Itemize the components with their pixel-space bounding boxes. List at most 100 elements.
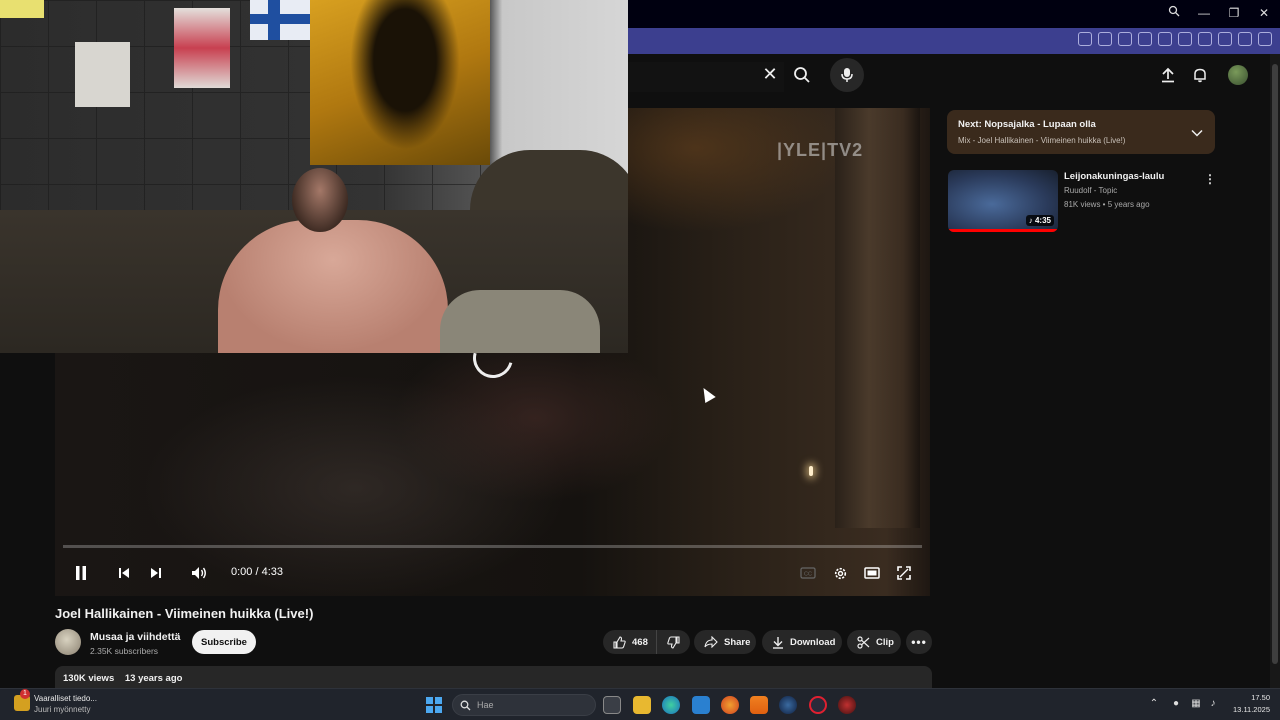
mic-icon[interactable]: ●	[1170, 698, 1182, 710]
like-button[interactable]: 468	[603, 630, 656, 654]
steam-icon[interactable]	[779, 696, 797, 714]
skip-next-icon	[151, 568, 161, 578]
notification-title[interactable]: Vaaralliset tiedo...	[34, 694, 97, 703]
scrollbar-thumb[interactable]	[1272, 64, 1278, 664]
volume-icon	[192, 567, 206, 579]
volume-button[interactable]	[186, 560, 212, 586]
voice-search-button[interactable]	[830, 58, 864, 92]
description-box[interactable]: 130K views 13 years ago	[55, 666, 932, 690]
sidebar-video-title[interactable]: Leijonakuningas-laulu	[1064, 171, 1164, 182]
close-icon[interactable]: ✕	[760, 64, 780, 84]
captions-button[interactable]: CC	[795, 560, 821, 586]
fullscreen-button[interactable]	[891, 560, 917, 586]
chevron-up-icon[interactable]: ⌃	[1148, 698, 1160, 710]
block-icon[interactable]	[1138, 32, 1152, 46]
player-controls: 0:00 / 4:33 CC	[55, 556, 930, 590]
skip-previous-icon	[119, 568, 129, 578]
settings-button[interactable]	[827, 560, 853, 586]
upload-date: 13 years ago	[124, 673, 183, 684]
thumbs-up-icon	[613, 635, 626, 649]
taskbar-search-input[interactable]: Hae	[452, 694, 596, 716]
task-view-icon[interactable]	[603, 696, 621, 714]
video-duration-badge: ♪ 4:35	[1025, 215, 1054, 226]
extension-icon[interactable]	[1258, 32, 1272, 46]
search-icon[interactable]	[1166, 4, 1182, 22]
thumbs-down-icon	[667, 635, 680, 649]
dislike-button[interactable]	[656, 630, 690, 654]
progress-bar[interactable]	[63, 545, 922, 548]
maximize-button[interactable]: ❐	[1226, 4, 1242, 22]
previous-button[interactable]	[111, 560, 137, 586]
profile-icon[interactable]	[1238, 32, 1252, 46]
more-horizontal-icon: •••	[911, 635, 927, 649]
download-icon[interactable]	[1198, 32, 1212, 46]
window-controls: — ❐ ✕	[1166, 4, 1272, 22]
video-scene-pillar	[835, 108, 920, 528]
captions-icon: CC	[800, 567, 816, 579]
page-scrollbar[interactable]	[1270, 54, 1280, 688]
minimize-button[interactable]: —	[1196, 4, 1212, 22]
bell-icon[interactable]	[1189, 64, 1211, 86]
download-label: Download	[790, 636, 836, 648]
sidebar-video-channel[interactable]: Ruudolf - Topic	[1064, 186, 1117, 195]
avatar[interactable]	[1228, 65, 1248, 85]
scissors-icon	[857, 635, 870, 649]
sidebar-video-meta: 81K views • 5 years ago	[1064, 200, 1150, 209]
mix-playlist-title: Mix - Joel Hallikainen - Viimeinen huikk…	[958, 136, 1126, 145]
close-window-button[interactable]: ✕	[1256, 4, 1272, 22]
chevron-down-icon[interactable]	[1191, 124, 1203, 142]
channel-avatar[interactable]	[55, 629, 81, 655]
edit-icon[interactable]	[1078, 32, 1092, 46]
shield-icon[interactable]	[1118, 32, 1132, 46]
extension-icons	[1078, 32, 1272, 46]
subscribe-button[interactable]: Subscribe	[192, 630, 256, 654]
autoplay-next-panel[interactable]: Next: Nopsajalka - Lupaan olla Mix - Joe…	[947, 110, 1215, 154]
edge-browser-icon[interactable]	[662, 696, 680, 714]
watched-progress-bar	[948, 229, 1058, 232]
channel-watermark: |YLE|TV2	[777, 140, 864, 160]
webcam-sticky-note	[0, 0, 44, 18]
webcam-poster-small	[75, 42, 130, 107]
sidebar-video-thumbnail[interactable]: ♪ 4:35	[948, 170, 1058, 232]
menu-icon[interactable]	[1218, 32, 1232, 46]
camera-icon[interactable]	[1098, 32, 1112, 46]
opera-icon[interactable]	[809, 696, 827, 714]
next-button[interactable]	[143, 560, 169, 586]
video-title: Joel Hallikainen - Viimeinen huikka (Liv…	[55, 606, 314, 621]
theater-icon	[864, 567, 880, 579]
pause-button[interactable]	[68, 560, 94, 586]
next-video-title: Next: Nopsajalka - Lupaan olla	[958, 119, 1096, 130]
clock-time[interactable]: 17.50	[1248, 693, 1270, 702]
clip-button[interactable]: Clip	[847, 630, 901, 654]
network-icon[interactable]: ▦	[1190, 698, 1202, 710]
search-button[interactable]	[786, 61, 818, 89]
firefox-icon[interactable]	[721, 696, 739, 714]
like-count: 468	[632, 636, 648, 648]
heart-icon[interactable]	[1178, 32, 1192, 46]
webcam-overlay	[0, 0, 628, 353]
vlc-icon[interactable]	[750, 696, 768, 714]
taskbar-search-placeholder: Hae	[477, 700, 494, 710]
view-count: 130K views	[63, 673, 115, 684]
volume-icon[interactable]: ♪	[1207, 698, 1219, 710]
video-scene-candle	[809, 466, 813, 476]
more-vertical-icon[interactable]: ⋮	[1202, 171, 1218, 187]
windows-start-icon[interactable]	[426, 697, 442, 713]
webcam-blanket	[440, 290, 600, 353]
download-button[interactable]: Download	[762, 630, 842, 654]
app-icon[interactable]	[838, 696, 856, 714]
channel-name[interactable]: Musaa ja viihdettä	[90, 631, 180, 643]
notification-badge: 1	[20, 689, 30, 699]
webcam-poster-figure	[350, 0, 460, 150]
upload-icon[interactable]	[1157, 64, 1179, 86]
search-icon	[460, 700, 471, 711]
clock-date[interactable]: 13.11.2025	[1228, 705, 1270, 714]
share-icon	[704, 636, 718, 648]
file-explorer-icon[interactable]	[633, 696, 651, 714]
share-button[interactable]: Share	[694, 630, 756, 654]
theater-mode-button[interactable]	[859, 560, 885, 586]
store-icon[interactable]	[692, 696, 710, 714]
play-icon[interactable]	[1158, 32, 1172, 46]
svg-text:CC: CC	[804, 572, 812, 578]
more-actions-button[interactable]: •••	[906, 630, 932, 654]
